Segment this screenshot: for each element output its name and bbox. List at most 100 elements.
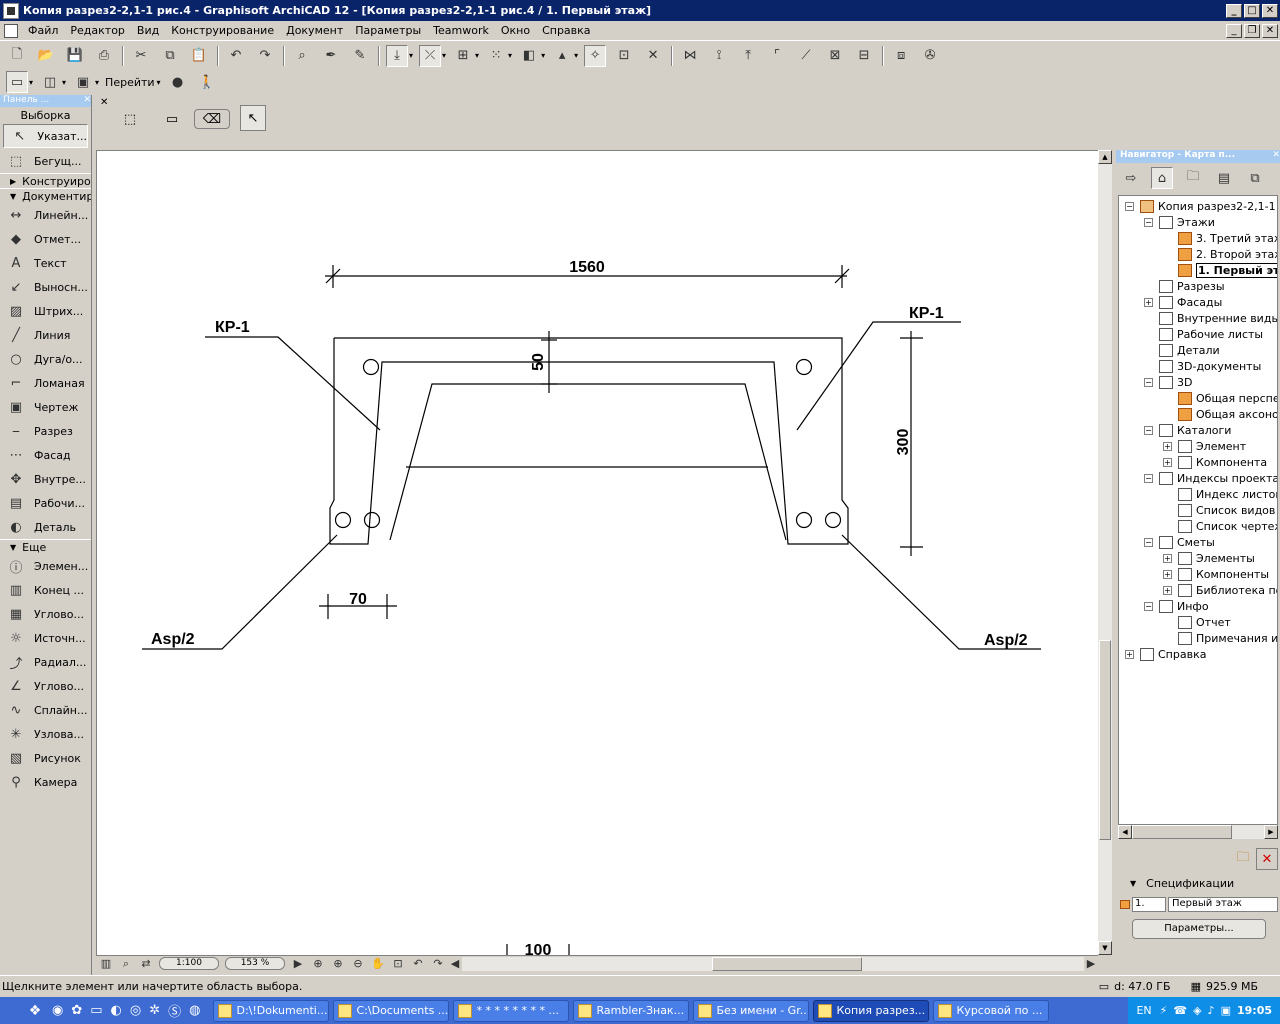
skype-icon[interactable]: Ⓢ: [168, 1001, 181, 1020]
tree-node[interactable]: + Элемент: [1163, 438, 1246, 454]
media-icon[interactable]: ◉: [52, 1003, 63, 1018]
project-tree[interactable]: −Копия разрез2-2,1-1 ри−Этажи3. Третий э…: [1118, 195, 1278, 825]
tree-node[interactable]: + Справка: [1125, 646, 1206, 662]
play-arrow-icon[interactable]: ▶: [288, 957, 308, 971]
menu-teamwork[interactable]: Teamwork: [427, 24, 495, 37]
group-more[interactable]: ▼ Еще: [0, 539, 91, 554]
find-select-icon[interactable]: ⌕: [291, 45, 313, 67]
save-icon[interactable]: 💾: [64, 45, 86, 67]
layer-combo-icon[interactable]: ⇄: [136, 957, 156, 971]
tool-label[interactable]: ↙ Выносн...: [0, 275, 91, 299]
explode-icon[interactable]: ⊟: [853, 45, 875, 67]
layers-icon[interactable]: ◧: [518, 45, 540, 67]
menu-help[interactable]: Справка: [536, 24, 596, 37]
tree-node[interactable]: − Каталоги: [1144, 422, 1231, 438]
tool-corner[interactable]: ▦ Углово...: [0, 602, 91, 626]
tree-node[interactable]: − Инфо: [1144, 598, 1209, 614]
tool-line[interactable]: ╱ Линия: [0, 323, 91, 347]
tree-node[interactable]: + Элементы: [1163, 550, 1255, 566]
scale-field[interactable]: 1:100: [159, 957, 219, 970]
eraser-icon[interactable]: ⌫: [194, 109, 230, 129]
zoom-in-area-icon[interactable]: ⊕: [308, 957, 328, 971]
paste-icon[interactable]: 📋: [188, 45, 210, 67]
tree-node[interactable]: 3D-документы: [1144, 358, 1261, 374]
collapse-icon[interactable]: −: [1144, 217, 1153, 227]
collapse-icon[interactable]: −: [1144, 425, 1153, 435]
tool-elevation[interactable]: ⋯ Фасад: [0, 443, 91, 467]
spec-number-field[interactable]: 1.: [1132, 896, 1166, 912]
undo-icon[interactable]: ↶: [225, 45, 247, 67]
selection-method-icon[interactable]: ⬚: [118, 109, 142, 129]
view-map-icon[interactable]: 🗀: [1182, 167, 1204, 189]
tool-radial-dimension[interactable]: ⤴ Радиал...: [0, 650, 91, 674]
new-folder-icon[interactable]: 🗀: [1232, 848, 1254, 870]
tool-camera[interactable]: ⚲ Камера: [0, 770, 91, 794]
navigator-close-icon[interactable]: ✕: [1272, 150, 1280, 163]
document-menu-icon[interactable]: [4, 23, 18, 38]
scroll-up-icon[interactable]: ▲: [1098, 150, 1112, 164]
tray-icon-3[interactable]: ◈: [1193, 1004, 1201, 1017]
horizontal-scrollbar[interactable]: [462, 956, 1084, 971]
expand-icon[interactable]: +: [1144, 297, 1153, 307]
taskbar-button[interactable]: Копия разрез...: [812, 999, 929, 1022]
scroll-left-icon[interactable]: ◀: [448, 957, 462, 971]
tree-node[interactable]: + Фасады: [1144, 294, 1222, 310]
delete-icon[interactable]: ✕: [642, 45, 664, 67]
fit-in-window-icon[interactable]: ⊡: [388, 957, 408, 971]
delete-item-icon[interactable]: ✕: [1256, 848, 1278, 870]
expand-icon[interactable]: +: [1163, 441, 1172, 451]
infobox-close-icon[interactable]: ✕: [100, 97, 108, 108]
3d-view-icon[interactable]: ◫: [39, 71, 61, 93]
goto-menu[interactable]: Перейти: [105, 76, 155, 89]
group-document[interactable]: ▼ Документир: [0, 188, 91, 203]
window-icon[interactable]: ⧈: [890, 45, 912, 67]
dim-text-100[interactable]: 100: [525, 942, 552, 955]
scroll-down-icon[interactable]: ▼: [1098, 941, 1112, 955]
menu-view[interactable]: Вид: [131, 24, 165, 37]
tool-worksheet[interactable]: ▤ Рабочи...: [0, 491, 91, 515]
grid-snap-icon[interactable]: ⊞: [452, 45, 474, 67]
tool-element[interactable]: ⓘ Элемен...: [0, 554, 91, 578]
firefox-icon[interactable]: ◍: [189, 1003, 200, 1018]
align-icon[interactable]: ⤒: [737, 45, 759, 67]
new-file-icon[interactable]: 🗋: [6, 45, 28, 67]
syringe-icon[interactable]: ✎: [349, 45, 371, 67]
tool-level-dimension[interactable]: ◆ Отмет...: [0, 227, 91, 251]
cut-icon[interactable]: ✂: [130, 45, 152, 67]
gravity-icon[interactable]: ⤓: [386, 44, 408, 67]
horizontal-scroll-thumb[interactable]: [712, 956, 862, 971]
floor-plan-view-icon[interactable]: ▭: [6, 71, 28, 93]
trace-icon[interactable]: ▴: [551, 45, 573, 67]
expand-icon[interactable]: +: [1163, 553, 1172, 563]
tree-horizontal-scrollbar[interactable]: ◀ ▶: [1118, 825, 1278, 839]
floor-plan-mini-icon[interactable]: ▥: [96, 957, 116, 971]
drawing-canvas[interactable]: 1560 50 300 70 КР-1 КР-1 Asp/2 Asp/2 100: [96, 150, 1098, 955]
doc-restore-button[interactable]: ❐: [1244, 23, 1260, 38]
expand-icon[interactable]: +: [1125, 649, 1134, 659]
doc-close-button[interactable]: ✕: [1262, 23, 1278, 38]
print-icon[interactable]: ⎙: [93, 45, 115, 67]
layout-book-icon[interactable]: ▤: [1213, 167, 1235, 189]
tool-drawing[interactable]: ▣ Чертеж: [0, 395, 91, 419]
label-asp-right[interactable]: Asp/2: [984, 632, 1028, 649]
browser-icon[interactable]: ◐: [111, 1003, 122, 1018]
desktop-icon[interactable]: ▭: [90, 1003, 102, 1018]
tree-node[interactable]: Список видов: [1163, 502, 1275, 518]
adjust-icon[interactable]: ⟟: [708, 45, 730, 67]
collapse-icon[interactable]: −: [1144, 601, 1153, 611]
tree-node[interactable]: Внутренние виды: [1144, 310, 1277, 326]
parameters-button[interactable]: Параметры...: [1132, 919, 1266, 939]
menu-edit[interactable]: Редактор: [64, 24, 131, 37]
project-map-icon[interactable]: ⌂: [1151, 167, 1173, 189]
offset-icon[interactable]: ⟋: [795, 45, 817, 67]
tree-node[interactable]: − Копия разрез2-2,1-1 ри: [1125, 198, 1277, 214]
taskbar-button[interactable]: Курсовой по ...: [932, 999, 1049, 1022]
walk-icon[interactable]: 🚶: [196, 71, 218, 93]
menu-window[interactable]: Окно: [495, 24, 536, 37]
tree-node[interactable]: Общая перспек: [1163, 390, 1277, 406]
pan-hand-icon[interactable]: ✋: [368, 957, 388, 971]
tool-arc[interactable]: ○ Дуга/о...: [0, 347, 91, 371]
dim-text-300[interactable]: 300: [895, 429, 912, 456]
expand-icon[interactable]: +: [1163, 585, 1172, 595]
copy-icon[interactable]: ⧉: [159, 45, 181, 67]
